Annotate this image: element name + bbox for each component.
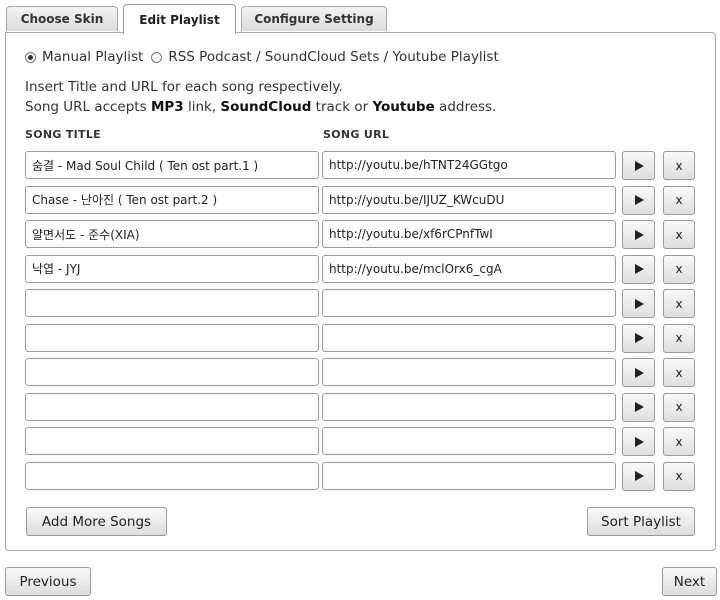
next-button[interactable]: Next [662,567,717,596]
tab-bar: Choose Skin Edit Playlist Configure Sett… [6,4,716,34]
instructions-line-1: Insert Title and URL for each song respe… [25,79,343,95]
song-title-input[interactable] [25,461,319,490]
close-icon: x [675,469,683,483]
close-icon: x [675,400,683,414]
rss-podcast-radio[interactable] [151,51,163,63]
delete-row-button[interactable]: x [663,358,695,387]
song-row: x [0,220,720,249]
instructions-line-2: Song URL accepts MP3 link, SoundCloud tr… [25,99,497,115]
play-button[interactable] [622,323,655,353]
song-title-input[interactable] [25,220,319,248]
song-row: x [0,185,720,215]
tab-edit-playlist[interactable]: Edit Playlist [123,4,236,34]
delete-row-button[interactable]: x [663,392,695,422]
add-more-songs-button[interactable]: Add More Songs [26,507,167,536]
song-row: x [0,461,720,491]
song-title-input[interactable] [25,358,319,386]
close-icon: x [675,262,683,276]
delete-row-button[interactable]: x [663,289,695,318]
close-icon: x [675,227,683,242]
sort-playlist-button[interactable]: Sort Playlist [587,507,695,536]
play-button[interactable] [622,461,655,491]
song-title-input[interactable] [25,427,319,455]
play-icon [635,471,644,481]
manual-playlist-radio[interactable] [25,51,36,63]
close-icon: x [675,331,683,345]
rss-podcast-label[interactable]: RSS Podcast / SoundCloud Sets / Youtube … [168,49,498,65]
delete-row-button[interactable]: x [663,151,695,180]
song-url-input[interactable] [322,254,616,283]
song-title-input[interactable] [25,151,319,179]
manual-playlist-label[interactable]: Manual Playlist [42,49,143,65]
play-icon [635,333,644,343]
song-url-input[interactable] [322,427,616,455]
play-icon [635,436,644,447]
play-icon [635,264,644,274]
play-icon [635,160,644,171]
play-button[interactable] [622,427,655,456]
close-icon: x [675,193,683,207]
song-url-input[interactable] [322,323,616,352]
play-button[interactable] [622,358,655,387]
delete-row-button[interactable]: x [663,461,695,491]
song-url-input[interactable] [322,220,616,248]
song-title-input[interactable] [25,392,319,421]
play-icon [635,195,644,205]
delete-row-button[interactable]: x [663,323,695,353]
song-row: x [0,151,720,180]
play-icon [635,367,644,378]
song-url-input[interactable] [322,289,616,317]
song-title-input[interactable] [25,185,319,214]
delete-row-button[interactable]: x [663,220,695,249]
close-icon: x [675,158,683,173]
play-icon [635,229,644,240]
song-row: x [0,323,720,353]
song-url-input[interactable] [322,358,616,386]
song-url-header: SONG URL [323,128,390,141]
song-title-header: SONG TITLE [25,128,101,141]
song-row: x [0,289,720,318]
instructions: Insert Title and URL for each song respe… [25,77,496,117]
song-title-input[interactable] [25,323,319,352]
play-button[interactable] [622,392,655,422]
play-button[interactable] [622,220,655,249]
song-url-input[interactable] [322,461,616,490]
tab-configure-setting[interactable]: Configure Setting [241,6,387,31]
close-icon: x [675,296,683,311]
play-button[interactable] [622,289,655,318]
song-row: x [0,427,720,456]
play-icon [635,298,644,309]
tab-choose-skin[interactable]: Choose Skin [6,6,118,31]
song-title-input[interactable] [25,254,319,283]
delete-row-button[interactable]: x [663,185,695,215]
play-button[interactable] [622,185,655,215]
song-url-input[interactable] [322,151,616,179]
delete-row-button[interactable]: x [663,427,695,456]
close-icon: x [675,365,683,380]
play-button[interactable] [622,151,655,180]
play-button[interactable] [622,254,655,284]
song-url-input[interactable] [322,185,616,214]
song-title-input[interactable] [25,289,319,317]
song-row: x [0,392,720,422]
song-row: x [0,254,720,284]
delete-row-button[interactable]: x [663,254,695,284]
song-row: x [0,358,720,387]
song-url-input[interactable] [322,392,616,421]
previous-button[interactable]: Previous [5,567,91,596]
play-icon [635,402,644,412]
close-icon: x [675,434,683,449]
playlist-type-selector: Manual Playlist RSS Podcast / SoundCloud… [25,49,505,65]
